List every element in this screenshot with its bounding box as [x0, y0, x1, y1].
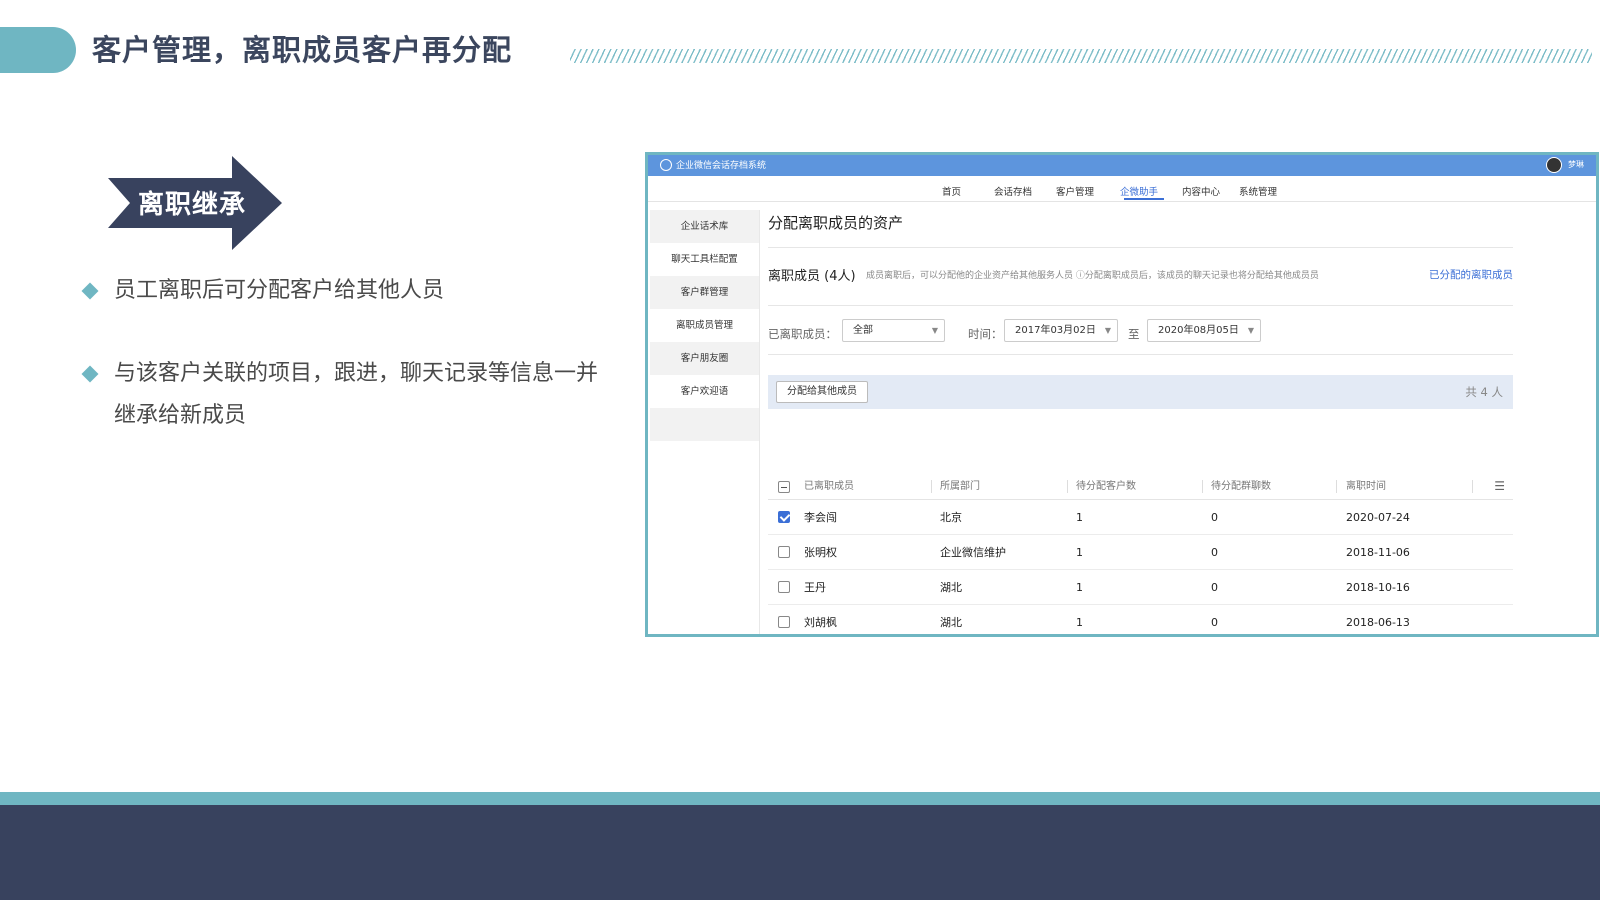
chat-logo-icon: [660, 159, 672, 171]
section-description: 成员离职后，可以分配他的企业资产给其他服务人员 ⓘ分配离职成员后，该成员的聊天记…: [866, 271, 1319, 281]
col-header-dept: 所属部门: [940, 481, 980, 492]
assign-to-others-button[interactable]: 分配给其他成员: [776, 381, 868, 403]
cell-date: 2018-11-06: [1346, 546, 1410, 559]
table-row[interactable]: 李会闯 北京 1 0 2020-07-24: [768, 500, 1513, 535]
total-count: 共 4 人: [1465, 385, 1503, 399]
member-filter-value: 全部: [853, 325, 873, 336]
arrow-badge: 离职继承: [108, 156, 283, 250]
sidebar-item-chat-toolbar[interactable]: 聊天工具栏配置: [650, 243, 759, 276]
cell-dept: 湖北: [940, 581, 962, 594]
user-name[interactable]: 梦琳: [1568, 159, 1584, 170]
assigned-members-link[interactable]: 已分配的离职成员: [1429, 267, 1513, 282]
footer-band: [0, 805, 1600, 900]
end-date-value: 2020年08月05日: [1158, 325, 1239, 336]
cell-member: 张明权: [804, 546, 837, 559]
diamond-bullet-icon: [81, 365, 99, 383]
cell-member: 王丹: [804, 581, 826, 594]
bullet-text: 员工离职后可分配客户给其他人员: [114, 278, 445, 303]
cell-dept: 企业微信维护: [940, 546, 1006, 559]
cell-customers: 1: [1076, 546, 1083, 559]
sidebar: 企业话术库 聊天工具栏配置 客户群管理 离职成员管理 客户朋友圈 客户欢迎语: [650, 210, 760, 634]
col-separator: [1067, 480, 1068, 493]
title-hatch-decoration: [570, 49, 1592, 63]
col-separator: [1202, 480, 1203, 493]
col-separator: [931, 480, 932, 493]
row-checkbox[interactable]: [778, 581, 790, 593]
slide-title: 客户管理，离职成员客户再分配: [92, 33, 513, 67]
col-separator: [1336, 480, 1337, 493]
chevron-down-icon: ▼: [931, 326, 938, 335]
column-settings-icon[interactable]: ☰: [1494, 479, 1505, 493]
col-separator: [1472, 480, 1473, 493]
cell-dept: 湖北: [940, 616, 962, 629]
sidebar-item-moments[interactable]: 客户朋友圈: [650, 342, 759, 375]
divider: [768, 305, 1513, 306]
table-row[interactable]: 王丹 湖北 1 0 2018-10-16: [768, 570, 1513, 605]
action-bar-top: 分配给其他成员 共 4 人: [768, 375, 1513, 409]
col-header-date: 离职时间: [1346, 481, 1386, 492]
divider: [768, 354, 1513, 355]
table-header: 已离职成员 所属部门 待分配客户数 待分配群聊数 离职时间 ☰: [768, 473, 1513, 500]
nav-wecom-assistant[interactable]: 企微助手: [1120, 184, 1158, 198]
member-filter-select[interactable]: 全部 ▼: [842, 319, 945, 342]
cell-date: 2018-10-16: [1346, 581, 1410, 594]
nav-content-center[interactable]: 内容中心: [1182, 184, 1220, 198]
bullet-item: 与该客户关联的项目，跟进，聊天记录等信息一并继承给新成员: [80, 353, 600, 437]
col-header-customers: 待分配客户数: [1076, 481, 1136, 492]
nav-customer-mgmt[interactable]: 客户管理: [1056, 184, 1094, 198]
cell-groups: 0: [1211, 616, 1218, 629]
title-accent-pill: [0, 27, 76, 73]
departed-members-table: 已离职成员 所属部门 待分配客户数 待分配群聊数 离职时间 ☰ 李会闯 北京 1…: [768, 473, 1513, 634]
cell-member: 李会闯: [804, 511, 837, 524]
sidebar-item-welcome-msg[interactable]: 客户欢迎语: [650, 375, 759, 408]
member-filter-label: 已离职成员：: [768, 327, 837, 341]
chevron-down-icon: ▼: [1247, 326, 1254, 335]
date-range-separator: 至: [1128, 327, 1140, 341]
cell-date: 2018-06-13: [1346, 616, 1410, 629]
sidebar-item-script-library[interactable]: 企业话术库: [650, 210, 759, 243]
cell-dept: 北京: [940, 511, 962, 524]
table-row[interactable]: 刘胡枫 湖北 1 0 2018-06-13: [768, 605, 1513, 634]
cell-customers: 1: [1076, 581, 1083, 594]
nav-chat-archive[interactable]: 会话存档: [994, 184, 1032, 198]
arrow-badge-label: 离职继承: [138, 190, 247, 220]
top-nav: 首页 会话存档 客户管理 企微助手 内容中心 系统管理: [648, 176, 1596, 202]
cell-customers: 1: [1076, 616, 1083, 629]
cell-groups: 0: [1211, 581, 1218, 594]
nav-system-mgmt[interactable]: 系统管理: [1239, 184, 1277, 198]
end-date-picker[interactable]: 2020年08月05日 ▼: [1147, 319, 1261, 342]
sidebar-blank: [650, 408, 759, 441]
divider: [768, 247, 1513, 248]
page-title: 分配离职成员的资产: [768, 214, 904, 232]
app-title: 企业微信会话存档系统: [676, 161, 767, 171]
diamond-bullet-icon: [81, 282, 99, 300]
nav-home[interactable]: 首页: [942, 184, 961, 198]
sidebar-item-group-mgmt[interactable]: 客户群管理: [650, 276, 759, 309]
row-checkbox[interactable]: [778, 546, 790, 558]
chevron-down-icon: ▼: [1104, 326, 1111, 335]
cell-member: 刘胡枫: [804, 616, 837, 629]
start-date-picker[interactable]: 2017年03月02日 ▼: [1004, 319, 1118, 342]
cell-customers: 1: [1076, 511, 1083, 524]
row-checkbox[interactable]: [778, 616, 790, 628]
bullet-text: 与该客户关联的项目，跟进，聊天记录等信息一并继承给新成员: [114, 361, 599, 428]
table-row[interactable]: 张明权 企业微信维护 1 0 2018-11-06: [768, 535, 1513, 570]
nav-active-indicator: [1124, 198, 1164, 200]
bullet-item: 员工离职后可分配客户给其他人员: [80, 270, 600, 312]
select-all-checkbox[interactable]: [778, 481, 790, 493]
col-header-groups: 待分配群聊数: [1211, 481, 1271, 492]
app-window: 企业微信会话存档系统 梦琳 首页 会话存档 客户管理 企微助手 内容中心 系统管…: [645, 152, 1599, 637]
row-checkbox[interactable]: [778, 511, 790, 523]
sidebar-item-departed-members[interactable]: 离职成员管理: [650, 309, 759, 342]
cell-date: 2020-07-24: [1346, 511, 1410, 524]
time-filter-label: 时间：: [968, 327, 1003, 341]
app-topbar: 企业微信会话存档系统 梦琳: [648, 155, 1596, 176]
cell-groups: 0: [1211, 511, 1218, 524]
start-date-value: 2017年03月02日: [1015, 325, 1096, 336]
col-header-member: 已离职成员: [804, 481, 854, 492]
avatar[interactable]: [1546, 157, 1562, 173]
cell-groups: 0: [1211, 546, 1218, 559]
section-title: 离职成员 (4人): [768, 269, 856, 284]
footer-accent-band: [0, 792, 1600, 805]
